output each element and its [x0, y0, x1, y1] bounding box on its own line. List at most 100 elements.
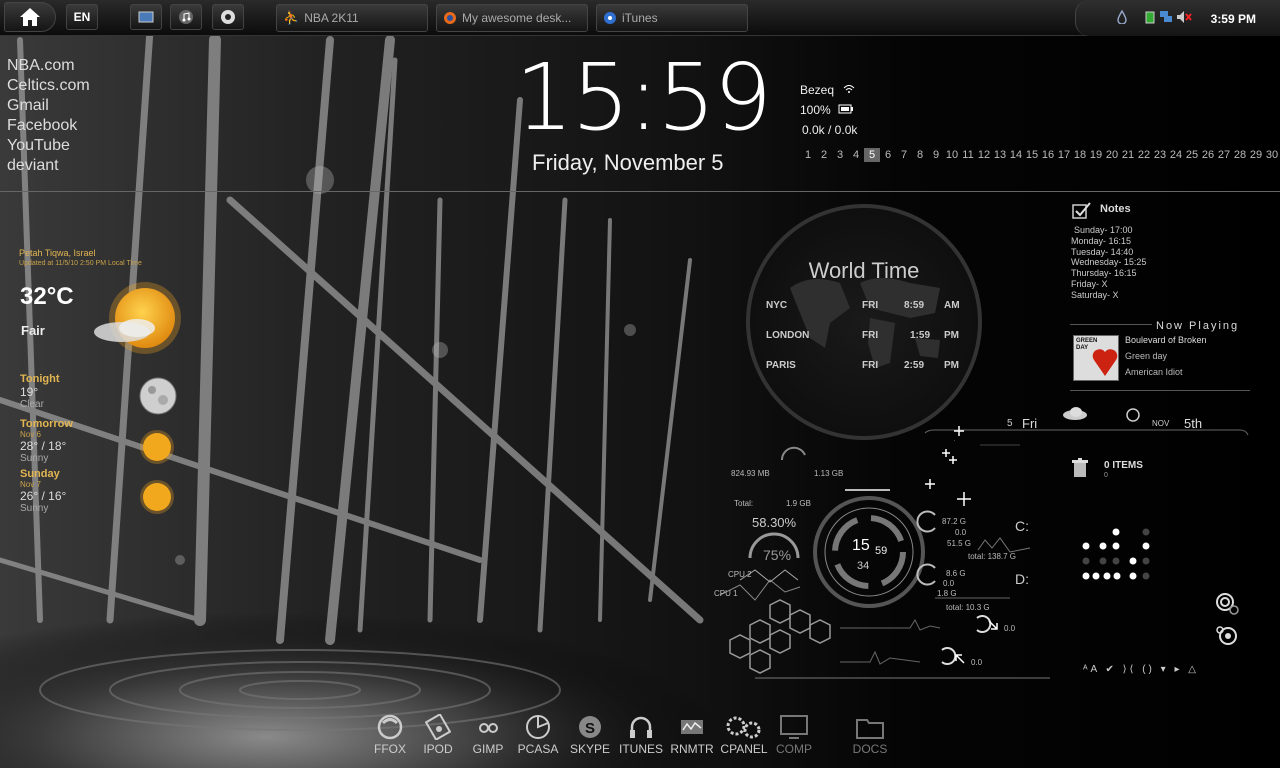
calendar-day[interactable]: 1	[800, 148, 816, 162]
bookmark-links: NBA.com Celtics.com Gmail Facebook YouTu…	[7, 56, 90, 176]
toolbar-glyphs[interactable]: ᴬA ✔ ⟩⟨ () ▾ ▸ △	[1083, 664, 1199, 675]
calendar-day[interactable]: 10	[944, 148, 960, 162]
drive-d-label[interactable]: D:	[1015, 571, 1029, 587]
calendar-day[interactable]: 21	[1120, 148, 1136, 162]
collapse-icon[interactable]: ⟩⟨	[1123, 664, 1137, 675]
calendar-day[interactable]: 19	[1088, 148, 1104, 162]
calendar-day[interactable]: 18	[1072, 148, 1088, 162]
forecast-tomorrow: Tomorrow Nov 6 28° / 18° Sunny	[20, 418, 73, 464]
steam-quicklaunch-button[interactable]	[212, 4, 244, 30]
tray-clock[interactable]: 3:59 PM	[1211, 12, 1256, 26]
note-item: Saturday- X	[1071, 289, 1119, 300]
calendar-day[interactable]: 14	[1008, 148, 1024, 162]
nba-game-icon: ⛹	[283, 10, 300, 25]
dock-computer[interactable]: COMP	[769, 712, 819, 756]
forecast-tonight: Tonight 19° Clear	[20, 373, 60, 410]
dock-control-panel[interactable]: CPANEL	[719, 712, 769, 756]
drive-d-used: 8.6 G	[946, 569, 966, 578]
dock-documents[interactable]: DOCS	[845, 712, 895, 756]
calendar-day[interactable]: 17	[1056, 148, 1072, 162]
font-size-icon[interactable]: ᴬA	[1083, 664, 1100, 675]
weather-updated: Updated at 11/5/10 2:50 PM Local Time	[19, 260, 142, 267]
calendar-day[interactable]: 22	[1136, 148, 1152, 162]
link-youtube[interactable]: YouTube	[7, 136, 90, 156]
link-nba[interactable]: NBA.com	[7, 56, 90, 76]
album-cover[interactable]: GREEN DAY	[1073, 335, 1119, 381]
weather-temperature: 32°C	[20, 283, 74, 310]
calendar-day[interactable]: 30	[1264, 148, 1280, 162]
muted-speaker-icon[interactable]	[1176, 10, 1192, 24]
dock-skype[interactable]: S SKYPE	[565, 712, 615, 756]
rings-icon[interactable]	[1212, 592, 1244, 648]
calendar-day[interactable]: 3	[832, 148, 848, 162]
calendar-day[interactable]: 25	[1184, 148, 1200, 162]
link-gmail[interactable]: Gmail	[7, 96, 90, 116]
braces-icon[interactable]: ()	[1142, 664, 1155, 675]
calendar-day[interactable]: 13	[992, 148, 1008, 162]
svg-text:S: S	[585, 720, 595, 737]
home-button[interactable]	[4, 2, 56, 32]
trash-icon[interactable]	[1072, 458, 1088, 478]
drive-c-free: 51.5 G	[947, 539, 972, 548]
desktop-icon	[138, 11, 154, 22]
link-celtics[interactable]: Celtics.com	[7, 76, 90, 96]
water-drop-icon[interactable]	[1116, 10, 1128, 24]
note-item: Friday- X	[1071, 278, 1108, 289]
link-facebook[interactable]: Facebook	[7, 116, 90, 136]
link-deviant[interactable]: deviant	[7, 156, 90, 176]
dock-itunes[interactable]: ITUNES	[616, 712, 666, 756]
calendar-day[interactable]: 11	[960, 148, 976, 162]
calendar-day[interactable]: 5	[864, 148, 880, 162]
calendar-day[interactable]: 23	[1152, 148, 1168, 162]
calendar-day[interactable]: 24	[1168, 148, 1184, 162]
calendar-day[interactable]: 28	[1232, 148, 1248, 162]
calendar-day[interactable]: 26	[1200, 148, 1216, 162]
hud-clock-second: 34	[857, 560, 870, 572]
battery-icon[interactable]	[1144, 10, 1156, 24]
calendar-day[interactable]: 16	[1040, 148, 1056, 162]
calendar-strip: 1 2 3 4 5 6 7 8 9 10 11 12 13 14 15 16 17 18 19 20 21 22 23 24 2…	[800, 148, 1280, 162]
checkbox-icon	[1072, 202, 1091, 219]
check-icon[interactable]: ✔	[1105, 664, 1116, 675]
gears-icon	[726, 716, 761, 739]
drive-c-label[interactable]: C:	[1015, 518, 1029, 534]
cpu-percent: 58.30%	[752, 515, 797, 530]
dock-rainmeter[interactable]: RNMTR	[667, 712, 717, 756]
network-icon[interactable]	[1159, 10, 1173, 24]
calendar-day[interactable]: 2	[816, 148, 832, 162]
show-desktop-button[interactable]	[130, 4, 162, 30]
dock-firefox[interactable]: FFOX	[365, 712, 415, 756]
notes-list[interactable]: Sunday- 17:00 Monday- 16:15 Tuesday- 14:…	[1071, 225, 1146, 301]
task-itunes[interactable]: iTunes	[596, 4, 748, 32]
date-strip-month: NOV	[1152, 419, 1170, 428]
calendar-day[interactable]: 29	[1248, 148, 1264, 162]
calendar-day[interactable]: 27	[1216, 148, 1232, 162]
task-nba-2k11[interactable]: ⛹ NBA 2K11	[276, 4, 428, 32]
dock-ipod[interactable]: IPOD	[413, 712, 463, 756]
dock-gimp[interactable]: GIMP	[463, 712, 513, 756]
dock-picasa[interactable]: PCASA	[513, 712, 563, 756]
date-strip-num: 5	[1007, 418, 1013, 429]
calendar-day[interactable]: 8	[912, 148, 928, 162]
divider-line	[1070, 390, 1250, 391]
triangle-icon[interactable]: △	[1188, 664, 1199, 675]
total-value: 1.9 GB	[786, 499, 811, 508]
weather-condition: Fair	[21, 323, 45, 338]
ipod-icon	[425, 714, 451, 740]
calendar-day[interactable]: 9	[928, 148, 944, 162]
world-time-title: World Time	[808, 258, 920, 283]
language-indicator[interactable]: EN	[66, 4, 98, 30]
now-playing-artist: Green day	[1125, 351, 1168, 361]
download-arrow-icon	[988, 620, 998, 630]
dropdown-icon[interactable]: ▾	[1161, 664, 1169, 675]
calendar-day[interactable]: 6	[880, 148, 896, 162]
music-quicklaunch-button[interactable]	[170, 4, 202, 30]
calendar-day[interactable]: 12	[976, 148, 992, 162]
calendar-day[interactable]: 20	[1104, 148, 1120, 162]
task-firefox[interactable]: My awesome desk...	[436, 4, 588, 32]
drive-c-zero: 0.0	[955, 528, 967, 537]
calendar-day[interactable]: 4	[848, 148, 864, 162]
calendar-day[interactable]: 15	[1024, 148, 1040, 162]
calendar-day[interactable]: 7	[896, 148, 912, 162]
play-icon[interactable]: ▸	[1174, 664, 1182, 675]
